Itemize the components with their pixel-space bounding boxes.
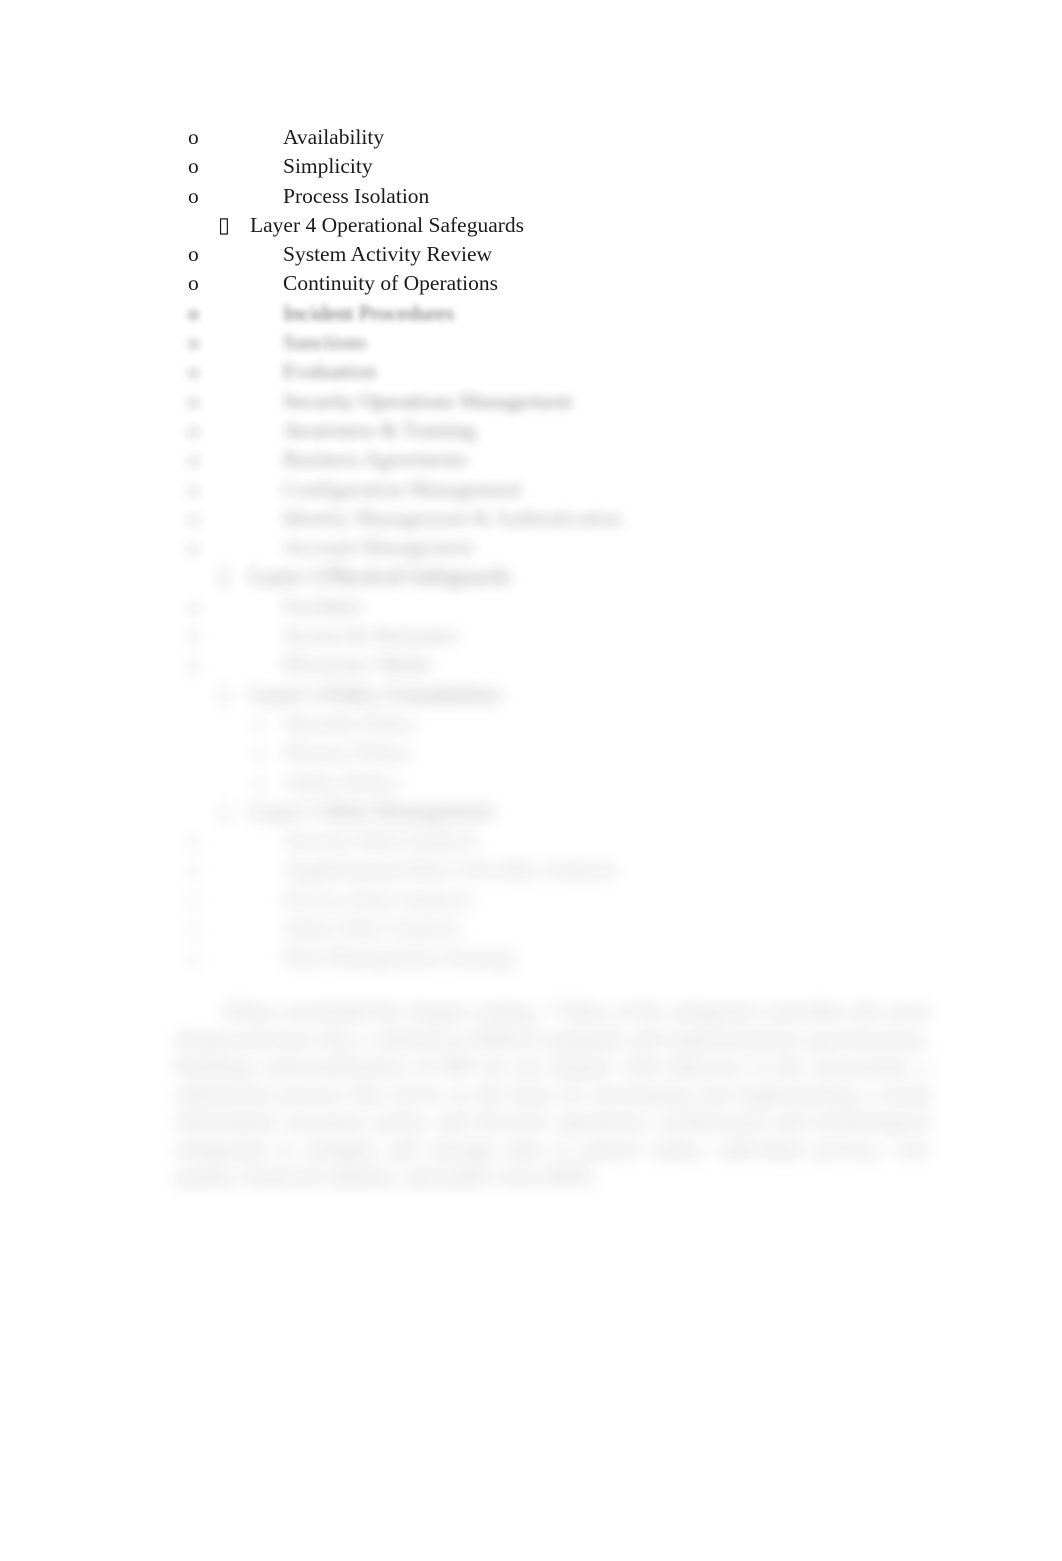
outline-item-label: Safety Risk Analysis [283,916,463,941]
outline-item: o Business Agreements [0,445,1062,474]
outline-item-label: Account Management [283,535,474,560]
outline-item: o Simplicity [0,152,1062,181]
bullet-o-icon: o [188,300,199,325]
bullet-box-icon: o [253,740,264,765]
outline-item: o Security Policy [0,709,1062,738]
bullet-o-icon: o [188,476,199,501]
bullet-o-icon: o [188,886,199,911]
document-page: o Availability o Simplicity o Process Isolati… [0,0,1062,1561]
outline-item-label: Safety Policy [285,769,401,794]
outline-item-label: Security Policy [285,710,417,735]
outline-item-label: Evaluation [283,359,377,384]
outline-item-label: Layer 1 Risk Management [250,798,494,823]
outline-item: o Process Isolation [0,182,1062,211]
bullet-box-icon: ▯ [218,212,230,237]
outline-item: o Availability [0,123,1062,152]
bullet-o-icon: o [188,417,199,442]
bullet-box-icon: o [253,769,264,794]
bullet-o-icon: o [188,505,199,530]
bullet-o-icon: o [188,154,199,179]
bullet-o-icon: o [188,916,199,941]
bullet-o-icon: o [188,242,199,267]
bullet-o-icon: o [188,828,199,853]
outline-item: o Privacy Policy [0,738,1062,767]
outline-item: o Risk Management Strategy [0,943,1062,972]
bullet-o-icon: o [188,447,199,472]
outline-item: o Evaluation [0,357,1062,386]
outline-item-label: Business Agreements [283,447,468,472]
bullet-o-icon: o [188,330,199,355]
outline-item: o Security Risk Analysis [0,826,1062,855]
outline-item: o Awareness & Training [0,416,1062,445]
outline-item: o Privacy Risk Analysis [0,885,1062,914]
outline-item: o Electronic Media [0,650,1062,679]
outline-item-label: Availability [283,125,385,149]
bullet-o-icon: o [188,271,199,296]
outline-item-label: Layer 4 Operational Safeguards [250,212,525,237]
outline-item: ▯ Layer 3 Physical Safeguards [0,562,1062,591]
outline-item: o Account Management [0,533,1062,562]
outline-item: o Access & Structures [0,621,1062,650]
bullet-o-icon: o [188,623,199,648]
body-paragraph: When concluded the chapter setting, 7 Ti… [175,999,930,1188]
outline-item-label: Security Operations Management [283,388,572,413]
outline-item-label: Configuration Management [283,476,522,501]
outline-item: o Configuration Management [0,475,1062,504]
outline-item: o Sanctions [0,328,1062,357]
bullet-o-icon: o [188,388,199,413]
outline-list: o Availability o Simplicity o Process Isolati… [0,123,1062,973]
outline-item-label: Privacy Risk Analysis [283,886,473,911]
outline-item-label: System Activity Review [283,242,493,267]
outline-item: ▯ Layer 1 Risk Management [0,797,1062,826]
bullet-box-icon: ▯ [218,798,230,823]
outline-item-label: Layer 2 Policy Foundations [250,681,503,706]
outline-item: ▯ Layer 4 Operational Safeguards [0,211,1062,240]
outline-item-label: Electronic Media [283,652,432,677]
bullet-o-icon: o [188,535,199,560]
outline-item-label: Identity Management & Authentication [283,505,622,530]
outline-item: o Facilities [0,592,1062,621]
outline-item: o Safety Policy [0,768,1062,797]
outline-item-label: Incident Procedures [283,300,455,325]
outline-item-label: Supplemental Risk Criticality Analysis [283,857,619,882]
outline-item-label: Access & Structures [283,623,459,648]
outline-item-label: Continuity of Operations [283,271,498,296]
bullet-box-icon: ▯ [218,681,230,706]
outline-item-label: Security Risk Analysis [283,828,479,853]
outline-item-label: Privacy Policy [285,740,411,765]
outline-item: o Incident Procedures [0,299,1062,328]
outline-item-label: Process Isolation [283,183,430,208]
bullet-o-icon: o [188,593,199,618]
outline-item: o Continuity of Operations [0,269,1062,298]
bullet-o-icon: o [188,945,199,970]
outline-item: ▯ Layer 2 Policy Foundations [0,680,1062,709]
outline-item: o Supplemental Risk Criticality Analysis [0,855,1062,884]
outline-item: o Identity Management & Authentication [0,504,1062,533]
outline-item-label: Simplicity [283,154,373,179]
bullet-o-icon: o [188,652,199,677]
bullet-o-icon: o [188,183,199,208]
outline-item-label: Facilities [283,593,362,618]
bullet-box-icon: ▯ [218,564,230,589]
outline-item: o System Activity Review [0,240,1062,269]
bullet-o-icon: o [188,125,199,149]
bullet-o-icon: o [188,359,199,384]
outline-item-label: Sanctions [283,330,367,355]
bullet-box-icon: o [253,710,264,735]
outline-item-label: Layer 3 Physical Safeguards [250,564,511,589]
outline-item-label: Risk Management Strategy [283,945,518,970]
outline-item: o Security Operations Management [0,387,1062,416]
bullet-o-icon: o [188,857,199,882]
outline-item-label: Awareness & Training [283,417,476,442]
outline-item: o Safety Risk Analysis [0,914,1062,943]
